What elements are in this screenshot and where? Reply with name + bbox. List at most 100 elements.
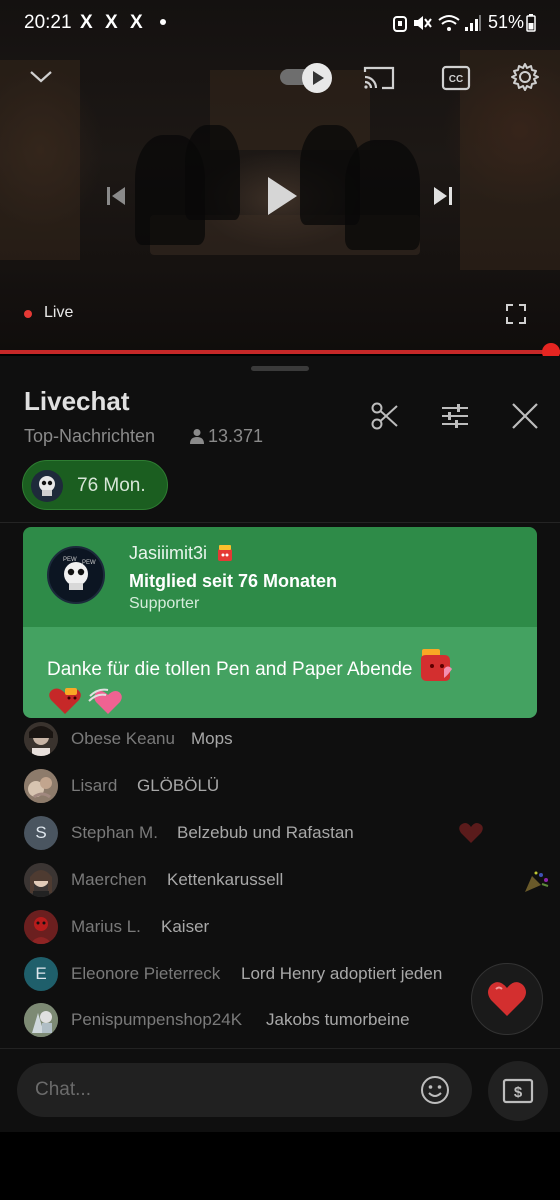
heart-icon — [488, 982, 526, 1016]
progress-bar[interactable] — [0, 350, 560, 354]
chat-message-row[interactable]: Lisard GLÖBÖLÜ — [0, 769, 560, 809]
avatar — [24, 769, 58, 803]
viewer-count-value: 13.371 — [208, 426, 264, 446]
chat-filter-dropdown[interactable]: Top-Nachrichten — [24, 426, 155, 447]
battery-percent: 51% — [487, 12, 524, 32]
chat-message-row[interactable]: Marius L. Kaiser — [0, 910, 560, 950]
chat-text: Kettenkarussell — [167, 870, 284, 889]
avatar: S — [24, 816, 58, 850]
status-time: 20:21 — [24, 12, 72, 33]
user-photo-avatar — [24, 769, 58, 803]
chat-text: Belzebub und Rafastan — [177, 823, 354, 842]
drag-handle[interactable] — [251, 366, 309, 371]
autoplay-toggle[interactable] — [280, 63, 332, 93]
chip-label: 76 Mon. — [77, 475, 146, 496]
filter-sliders-icon[interactable] — [439, 400, 471, 432]
video-scene-person — [185, 125, 240, 220]
membership-milestone-card[interactable]: PEW PEW Jasiiimit3i Mitglied seit 76 Mona… — [23, 527, 537, 718]
red-heart-emote-icon — [49, 688, 81, 714]
super-chat-dollar-icon: $ — [502, 1078, 534, 1104]
svg-text:$: $ — [514, 1084, 523, 1101]
system-nav-area — [0, 1132, 560, 1200]
viewer-count: 13.371 — [190, 426, 263, 447]
member-milestone-chip[interactable]: 76 Mon. — [22, 460, 168, 510]
card-message-text: Danke für die tollen Pen and Paper Abend… — [47, 659, 413, 680]
chat-text: Mops — [191, 729, 233, 748]
card-username-text: Jasiiimit3i — [129, 543, 208, 563]
fullscreen-icon[interactable] — [505, 303, 527, 325]
avatar: PEW PEW — [47, 546, 105, 604]
chat-text: Lord Henry adoptiert jeden — [241, 964, 443, 983]
avatar — [24, 910, 58, 944]
play-small-icon — [313, 71, 324, 85]
chat-message-row[interactable]: Maerchen Kettenkarussell — [0, 863, 560, 903]
chat-author[interactable]: Stephan M. — [71, 823, 158, 843]
card-message-body: Danke für die tollen Pen and Paper Abend… — [23, 627, 537, 718]
skull-avatar-icon: PEW PEW — [63, 557, 96, 590]
person-icon — [190, 429, 204, 444]
chat-input-container[interactable] — [17, 1063, 472, 1117]
card-headline: Mitglied seit 76 Monaten — [129, 571, 338, 591]
x-app-icon: X — [80, 12, 93, 33]
heart-reaction-button[interactable] — [471, 963, 543, 1035]
pink-heart-emote-icon — [88, 688, 123, 714]
alarm-icon — [393, 16, 407, 32]
chat-composer: $ — [0, 1048, 560, 1132]
avatar: E — [24, 957, 58, 991]
chat-author[interactable]: Eleonore Pieterreck — [71, 964, 220, 984]
skull-avatar-icon — [39, 476, 55, 496]
chevron-down-icon[interactable] — [28, 66, 54, 86]
card-header: PEW PEW Jasiiimit3i Mitglied seit 76 Mona… — [23, 527, 537, 627]
member-badge-icon — [218, 545, 233, 561]
avatar — [31, 470, 63, 502]
kiss-emote-icon — [420, 649, 452, 681]
user-photo-avatar — [24, 1003, 58, 1037]
x-app-icon: X — [130, 12, 143, 33]
divider — [0, 522, 560, 523]
captions-icon[interactable]: CC — [441, 65, 471, 91]
cast-icon[interactable] — [362, 64, 396, 92]
gear-icon[interactable] — [510, 62, 540, 92]
card-username[interactable]: Jasiiimit3i — [129, 543, 234, 564]
avatar — [24, 1003, 58, 1037]
close-icon[interactable] — [509, 400, 541, 432]
play-icon[interactable] — [264, 174, 300, 218]
scissors-icon[interactable] — [369, 400, 401, 432]
chat-text: Kaiser — [161, 917, 210, 936]
avatar-letter: S — [35, 823, 47, 842]
status-bar: 20:21 X X X 51% — [0, 0, 560, 48]
avatar — [24, 863, 58, 897]
card-message: Danke für die tollen Pen and Paper Abend… — [47, 647, 517, 718]
chat-author[interactable]: Penispumpenshop24K — [71, 1010, 242, 1030]
chat-input[interactable] — [35, 1076, 395, 1104]
chat-text: GLÖBÖLÜ — [137, 776, 220, 795]
svg-text:PEW: PEW — [82, 560, 96, 566]
floating-heart-icon — [459, 823, 483, 843]
chat-message-row[interactable]: Obese Keanu Mops — [0, 722, 560, 762]
chat-author[interactable]: Lisard — [71, 776, 117, 796]
chat-author[interactable]: Marius L. — [71, 917, 141, 937]
signal-icon — [465, 15, 481, 31]
live-indicator-dot — [24, 310, 32, 318]
live-label: Live — [44, 304, 74, 321]
super-chat-button[interactable]: $ — [488, 1061, 548, 1121]
user-photo-avatar — [24, 910, 58, 944]
video-scene-person — [345, 140, 420, 250]
avatar — [24, 722, 58, 756]
emoji-icon[interactable] — [420, 1075, 450, 1105]
chat-author[interactable]: Obese Keanu — [71, 729, 175, 749]
more-notifications-dot — [160, 19, 166, 25]
x-app-icon: X — [105, 12, 118, 33]
card-tier: Supporter — [129, 595, 200, 612]
battery-icon — [526, 14, 536, 32]
user-photo-avatar — [24, 722, 58, 756]
panel-title: Livechat — [24, 386, 130, 416]
floating-party-icon — [525, 871, 549, 892]
next-icon[interactable] — [432, 184, 454, 208]
previous-icon[interactable] — [105, 184, 127, 208]
wifi-icon — [438, 15, 460, 31]
user-photo-avatar — [24, 863, 58, 897]
avatar-letter: E — [35, 964, 47, 983]
chat-author[interactable]: Maerchen — [71, 870, 147, 890]
video-scene-shelf — [0, 60, 80, 260]
